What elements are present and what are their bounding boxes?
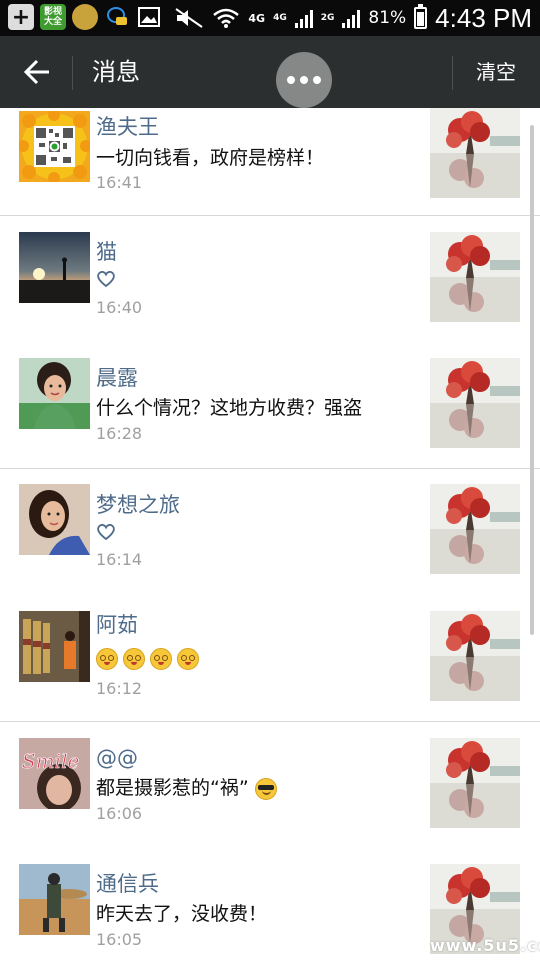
divider	[72, 56, 73, 90]
photo-thumbnail	[430, 108, 520, 198]
timestamp: 16:06	[96, 804, 143, 823]
message-text	[96, 644, 204, 672]
mute-icon	[175, 8, 203, 28]
sender-name: 通信兵	[96, 872, 159, 896]
timestamp: 16:14	[96, 550, 143, 569]
battery-percent: 81%	[368, 8, 407, 28]
divider	[452, 56, 453, 90]
heart-icon	[97, 524, 115, 541]
message-text-content: 都是摄影惹的“祸”	[96, 777, 249, 799]
photo-thumbnail	[430, 484, 520, 574]
signal-1-icon	[294, 8, 313, 28]
sender-name: 晨露	[96, 366, 138, 390]
page-title: 消息	[92, 58, 140, 86]
action-bar: 消息 清空	[0, 36, 540, 108]
list-item[interactable]: 渔夫王 一切向钱看，政府是榜样！ 16:41	[0, 108, 540, 215]
notification-icons: + 影视大全	[8, 4, 162, 30]
sim2-network-label: 2G	[320, 13, 335, 23]
video-app-icon-label: 影视大全	[43, 7, 62, 27]
watermark: www.5u5.cc	[430, 936, 540, 955]
avatar: Smile	[19, 738, 90, 809]
avatar	[19, 864, 90, 935]
message-text	[96, 268, 116, 296]
system-indicators: 4G 4G 2G 81% 4:43 PM	[174, 0, 532, 36]
sender-name: 梦想之旅	[96, 493, 180, 517]
chat-notification-icon	[104, 4, 130, 30]
avatar	[19, 111, 90, 182]
dizzy-emoji-icon	[150, 647, 172, 670]
sender-name: 渔夫王	[96, 115, 159, 139]
timestamp: 16:12	[96, 679, 143, 698]
message-text: 什么个情况？这地方收费？强盗	[96, 397, 363, 419]
message-text: 一切向钱看，政府是榜样！	[96, 147, 325, 169]
photo-thumbnail	[430, 232, 520, 322]
avatar	[19, 611, 90, 682]
timestamp: 16:40	[96, 298, 143, 317]
list-item[interactable]: 梦想之旅 16:14	[0, 469, 540, 595]
list-item[interactable]: 猫 16:40	[0, 216, 540, 342]
add-notification-icon: +	[8, 4, 34, 30]
avatar	[19, 232, 90, 303]
timestamp: 16:41	[96, 173, 143, 192]
sender-name: 阿茹	[96, 613, 138, 637]
scrollbar[interactable]	[530, 125, 534, 635]
clock: 4:43 PM	[435, 2, 532, 33]
dizzy-emoji-icon	[96, 647, 118, 670]
list-item[interactable]: 阿茹 16:12	[0, 595, 540, 721]
message-text	[96, 521, 116, 549]
network-type-label: 4G	[248, 11, 266, 25]
timestamp: 16:05	[96, 930, 143, 949]
sim1-network-label: 4G	[273, 13, 287, 23]
back-arrow-icon	[23, 59, 49, 85]
photo-thumbnail	[430, 738, 520, 828]
game-app-icon	[72, 4, 98, 30]
avatar	[19, 484, 90, 555]
sunglasses-emoji-icon	[254, 777, 277, 800]
back-button[interactable]	[20, 54, 54, 90]
message-list[interactable]: 渔夫王 一切向钱看，政府是榜样！ 16:41 猫 16:40 晨露 什么个情况？…	[0, 108, 540, 960]
wifi-icon	[213, 8, 240, 28]
avatar	[19, 358, 90, 429]
list-item[interactable]: 晨露 什么个情况？这地方收费？强盗 16:28	[0, 342, 540, 468]
sender-name: 猫	[96, 240, 117, 264]
gallery-icon	[136, 4, 162, 30]
message-text: 昨天去了，没收费！	[96, 903, 268, 925]
more-options-button[interactable]	[276, 52, 332, 108]
battery-icon	[414, 4, 428, 29]
dizzy-emoji-icon	[177, 647, 199, 670]
timestamp: 16:28	[96, 424, 143, 443]
video-app-icon: 影视大全	[40, 4, 66, 30]
photo-thumbnail	[430, 611, 520, 701]
signal-2-icon	[342, 8, 361, 28]
svg-text:Smile: Smile	[22, 749, 79, 773]
list-item[interactable]: Smile @@ 都是摄影惹的“祸” 16:06	[0, 722, 540, 848]
status-bar: + 影视大全 4G 4G 2G 81% 4:43 PM	[0, 0, 540, 36]
dizzy-emoji-icon	[123, 647, 145, 670]
clear-button[interactable]: 清空	[476, 58, 516, 86]
heart-icon	[97, 271, 115, 288]
photo-thumbnail	[430, 358, 520, 448]
message-text: 都是摄影惹的“祸”	[96, 774, 277, 802]
sender-name: @@	[96, 746, 138, 770]
